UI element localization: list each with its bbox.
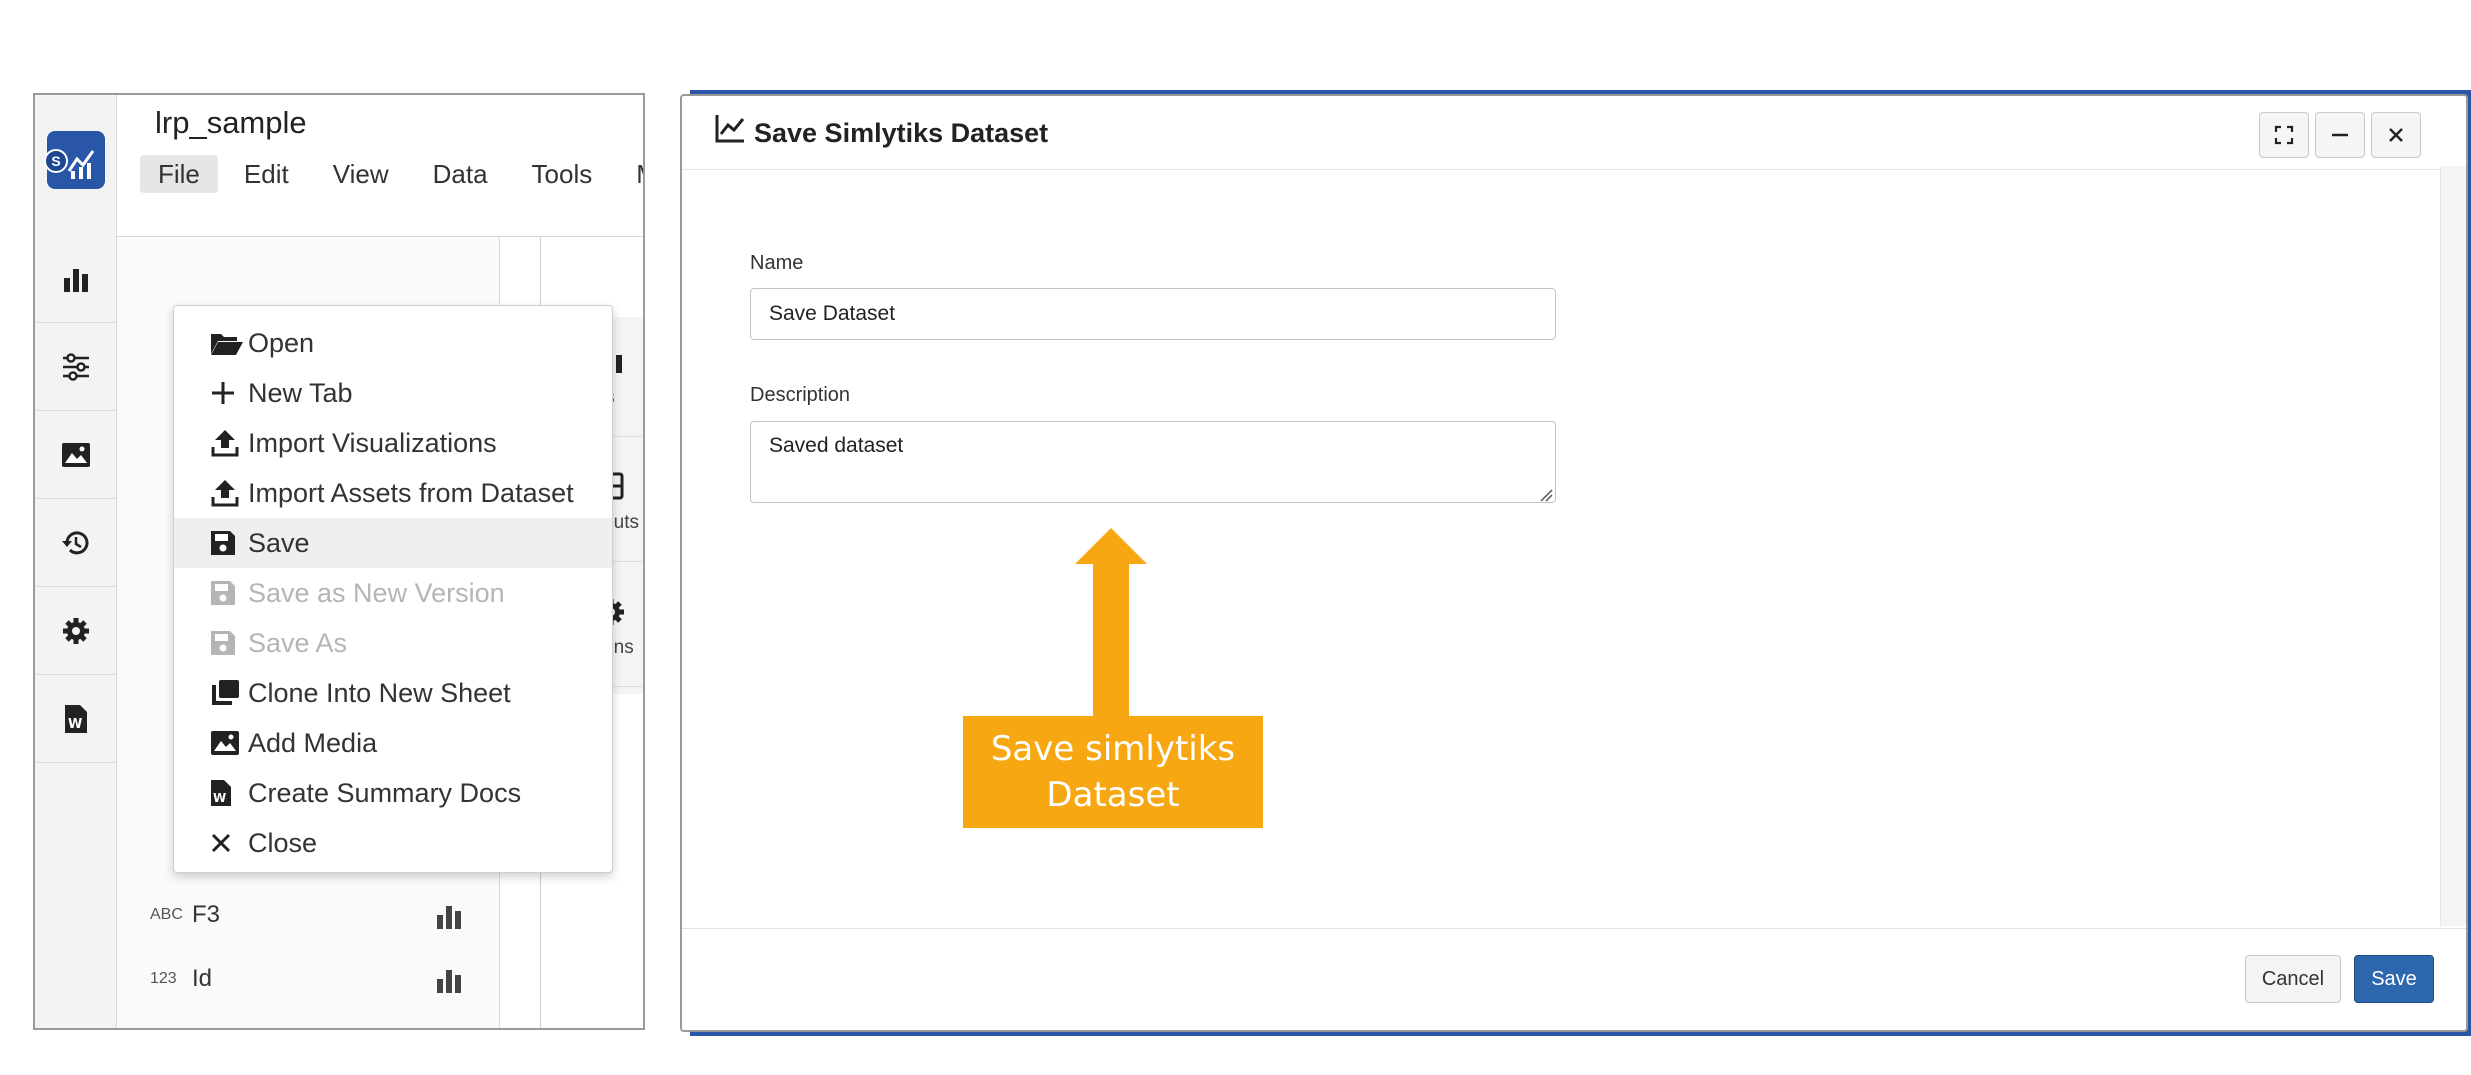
field-row-f3[interactable]: ABC F3 <box>150 895 480 935</box>
minimize-button[interactable] <box>2315 112 2365 158</box>
app-title: lrp_sample <box>155 105 307 140</box>
file-menu-item-label: Add Media <box>248 727 378 758</box>
rail-history-button[interactable] <box>35 499 117 587</box>
menubar: File Edit View Data Tools M <box>140 155 643 193</box>
svg-text:W: W <box>213 791 226 805</box>
file-menu-item-label: Open <box>248 327 315 358</box>
close-button[interactable] <box>2371 112 2421 158</box>
minus-icon <box>2332 133 2348 137</box>
file-menu-item-clone-into-new-sheet[interactable]: Clone Into New Sheet <box>174 668 612 718</box>
file-menu-item-close[interactable]: Close <box>174 818 612 868</box>
bar-chart-icon[interactable] <box>435 967 463 993</box>
rail-media-button[interactable] <box>35 411 117 499</box>
expand-icon <box>2274 125 2294 145</box>
logo-badge: S <box>44 149 68 173</box>
annotation-line-1: Save simlytiks <box>990 729 1236 769</box>
svg-text:W: W <box>68 717 82 732</box>
menu-view[interactable]: View <box>315 155 407 193</box>
file-menu-item-label: Import Visualizations <box>248 427 497 458</box>
image-icon <box>62 442 90 467</box>
dialog-footer: Cancel Save <box>682 928 2466 1032</box>
bar-chart-icon[interactable] <box>435 903 463 929</box>
close-icon <box>2389 128 2403 142</box>
cancel-button[interactable]: Cancel <box>2245 955 2341 1003</box>
app-logo[interactable]: S <box>44 131 105 189</box>
gear-icon <box>63 617 89 644</box>
file-menu-item-label: Clone Into New Sheet <box>248 677 511 708</box>
file-menu-item-label: Close <box>248 827 318 858</box>
annotation-line-2: Dataset <box>1046 775 1180 815</box>
app-window: S W lrp_sample File Edit View Data Tools… <box>33 93 645 1030</box>
file-menu-item-label: New Tab <box>248 377 353 408</box>
resize-grip-icon[interactable] <box>1539 488 1553 502</box>
name-input[interactable]: Save Dataset <box>750 288 1556 340</box>
rail-charts-button[interactable] <box>35 235 117 323</box>
rail-filters-button[interactable] <box>35 323 117 411</box>
dialog-scrollbar[interactable] <box>2440 166 2466 926</box>
menu-tools[interactable]: Tools <box>514 155 611 193</box>
file-menu-item-save[interactable]: Save <box>174 518 612 568</box>
floppy-icon <box>210 528 246 558</box>
plus-icon <box>210 378 246 408</box>
clone-icon <box>210 678 246 708</box>
name-label: Name <box>750 252 804 274</box>
file-menu-item-label: Save <box>248 527 310 558</box>
folder-open-icon <box>210 328 246 358</box>
floppy-icon <box>210 578 246 608</box>
rail-settings-button[interactable] <box>35 587 117 675</box>
rail-docs-button[interactable]: W <box>35 675 117 763</box>
file-menu-item-label: Create Summary Docs <box>248 777 522 808</box>
file-menu-item-import-assets-from-dataset[interactable]: Import Assets from Dataset <box>174 468 612 518</box>
description-label: Description <box>750 384 851 406</box>
description-textarea[interactable]: Saved dataset <box>750 421 1556 503</box>
field-type: 123 <box>150 970 177 987</box>
annotation-arrow <box>1075 528 1147 718</box>
field-name: F3 <box>192 901 221 928</box>
history-icon <box>62 530 89 554</box>
file-menu-item-add-media[interactable]: Add Media <box>174 718 612 768</box>
menu-data[interactable]: Data <box>415 155 506 193</box>
sliders-icon <box>63 352 89 381</box>
file-menu-item-new-tab[interactable]: New Tab <box>174 368 612 418</box>
menu-more[interactable]: M <box>618 155 643 193</box>
field-type: ABC <box>150 906 183 923</box>
upload-icon <box>210 478 246 508</box>
file-menu-item-create-summary-docs[interactable]: W Create Summary Docs <box>174 768 612 818</box>
word-doc-icon: W <box>65 704 87 733</box>
bar-chart-icon <box>64 268 88 292</box>
file-menu-item-label: Import Assets from Dataset <box>248 477 574 508</box>
maximize-button[interactable] <box>2259 112 2309 158</box>
close-icon <box>210 828 246 858</box>
file-menu-item-open[interactable]: Open <box>174 318 612 368</box>
file-menu-item-import-visualizations[interactable]: Import Visualizations <box>174 418 612 468</box>
dialog-header: Save Simlytiks Dataset <box>682 96 2466 170</box>
dialog-title: Save Simlytiks Dataset <box>754 118 1049 148</box>
annotation-callout: Save simlytiks Dataset <box>963 716 1263 828</box>
menu-edit[interactable]: Edit <box>226 155 307 193</box>
file-menu-item-save-as: Save As <box>174 618 612 668</box>
file-menu-item-save-as-new-version: Save as New Version <box>174 568 612 618</box>
icon-rail: S W <box>35 95 117 1028</box>
floppy-icon <box>210 628 246 658</box>
save-dataset-dialog: Save Simlytiks Dataset Name Save Dataset… <box>680 94 2468 1032</box>
line-chart-icon <box>715 115 745 143</box>
field-row-id[interactable]: 123 Id <box>150 959 480 999</box>
save-button[interactable]: Save <box>2354 955 2434 1003</box>
field-name: Id <box>192 965 213 992</box>
file-menu-item-label: Save as New Version <box>248 577 505 608</box>
word-doc-icon: W <box>210 778 246 808</box>
upload-icon <box>210 428 246 458</box>
image-icon <box>210 728 246 758</box>
file-dropdown-menu: Open New Tab Import Visualizations Import A… <box>173 305 613 873</box>
menu-file[interactable]: File <box>140 155 218 193</box>
file-menu-item-label: Save As <box>248 627 348 658</box>
